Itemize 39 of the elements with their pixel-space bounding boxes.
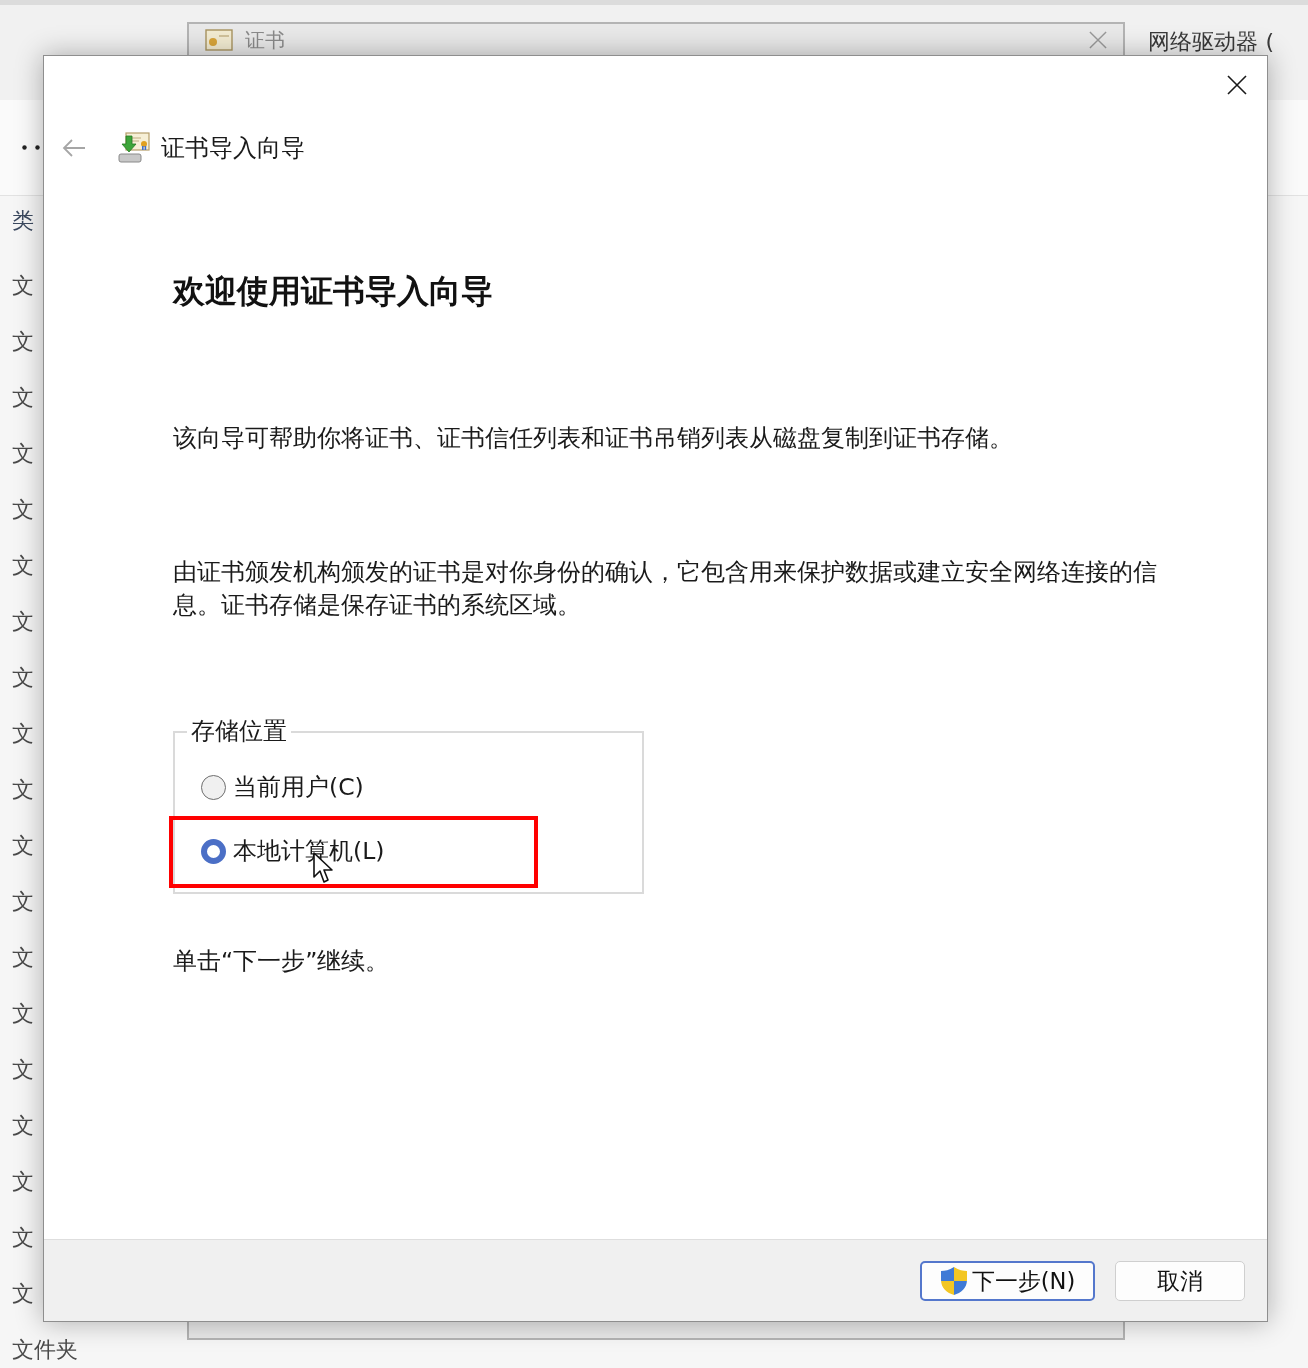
wizard-title: 证书导入向导 bbox=[161, 133, 305, 163]
file-type-cell: 文 bbox=[12, 1057, 34, 1083]
file-type-cell: 文 bbox=[12, 945, 34, 971]
window-title: 证书 bbox=[245, 27, 286, 52]
file-type-cell: 文 bbox=[12, 497, 34, 523]
file-type-cell: 文 bbox=[12, 833, 34, 859]
shield-icon bbox=[939, 1265, 968, 1296]
description-text: 由证书颁发机构颁发的证书是对你身份的确认，它包含用来保护数据或建立安全网络连接的信息。证书存储是保存证书的系统区域。 bbox=[173, 557, 1158, 621]
back-arrow-icon bbox=[62, 138, 86, 158]
more-dots-icon[interactable] bbox=[22, 145, 40, 150]
file-type-cell: 文 bbox=[12, 777, 34, 803]
file-type-cell: 文 bbox=[12, 1113, 34, 1139]
next-button[interactable]: 下一步(N) bbox=[920, 1260, 1095, 1301]
radio-option[interactable]: 当前用户(C) bbox=[201, 772, 364, 802]
file-type-cell: 文 bbox=[12, 609, 34, 635]
file-type-cell: 文 bbox=[12, 1281, 34, 1307]
file-type-cell: 文件夹 bbox=[12, 1337, 78, 1363]
file-type-cell: 文 bbox=[12, 1225, 34, 1251]
close-icon bbox=[1227, 75, 1247, 95]
file-type-cell: 文 bbox=[12, 273, 34, 299]
close-icon bbox=[1089, 30, 1107, 49]
file-type-cell: 文 bbox=[12, 441, 34, 467]
column-header[interactable]: 类 bbox=[12, 208, 34, 234]
group-legend: 存储位置 bbox=[187, 715, 291, 748]
file-type-cell: 文 bbox=[12, 553, 34, 579]
description-text: 该向导可帮助你将证书、证书信任列表和证书吊销列表从磁盘复制到证书存储。 bbox=[173, 423, 1014, 454]
file-type-cell: 文 bbox=[12, 385, 34, 411]
wizard-heading: 欢迎使用证书导入向导 bbox=[173, 271, 494, 311]
file-type-cell: 文 bbox=[12, 1001, 34, 1027]
drive-label: 网络驱动器 ( bbox=[1148, 29, 1274, 55]
file-type-cell: 文 bbox=[12, 665, 34, 691]
cancel-button[interactable]: 取消 bbox=[1115, 1260, 1245, 1301]
file-type-cell: 文 bbox=[12, 889, 34, 915]
hint-text: 单击“下一步”继续。 bbox=[173, 946, 391, 977]
certificate-icon bbox=[205, 28, 233, 51]
file-type-cell: 文 bbox=[12, 721, 34, 747]
file-type-cell: 文 bbox=[12, 1169, 34, 1195]
file-type-cell: 文 bbox=[12, 329, 34, 355]
certificate-import-icon bbox=[117, 132, 151, 164]
